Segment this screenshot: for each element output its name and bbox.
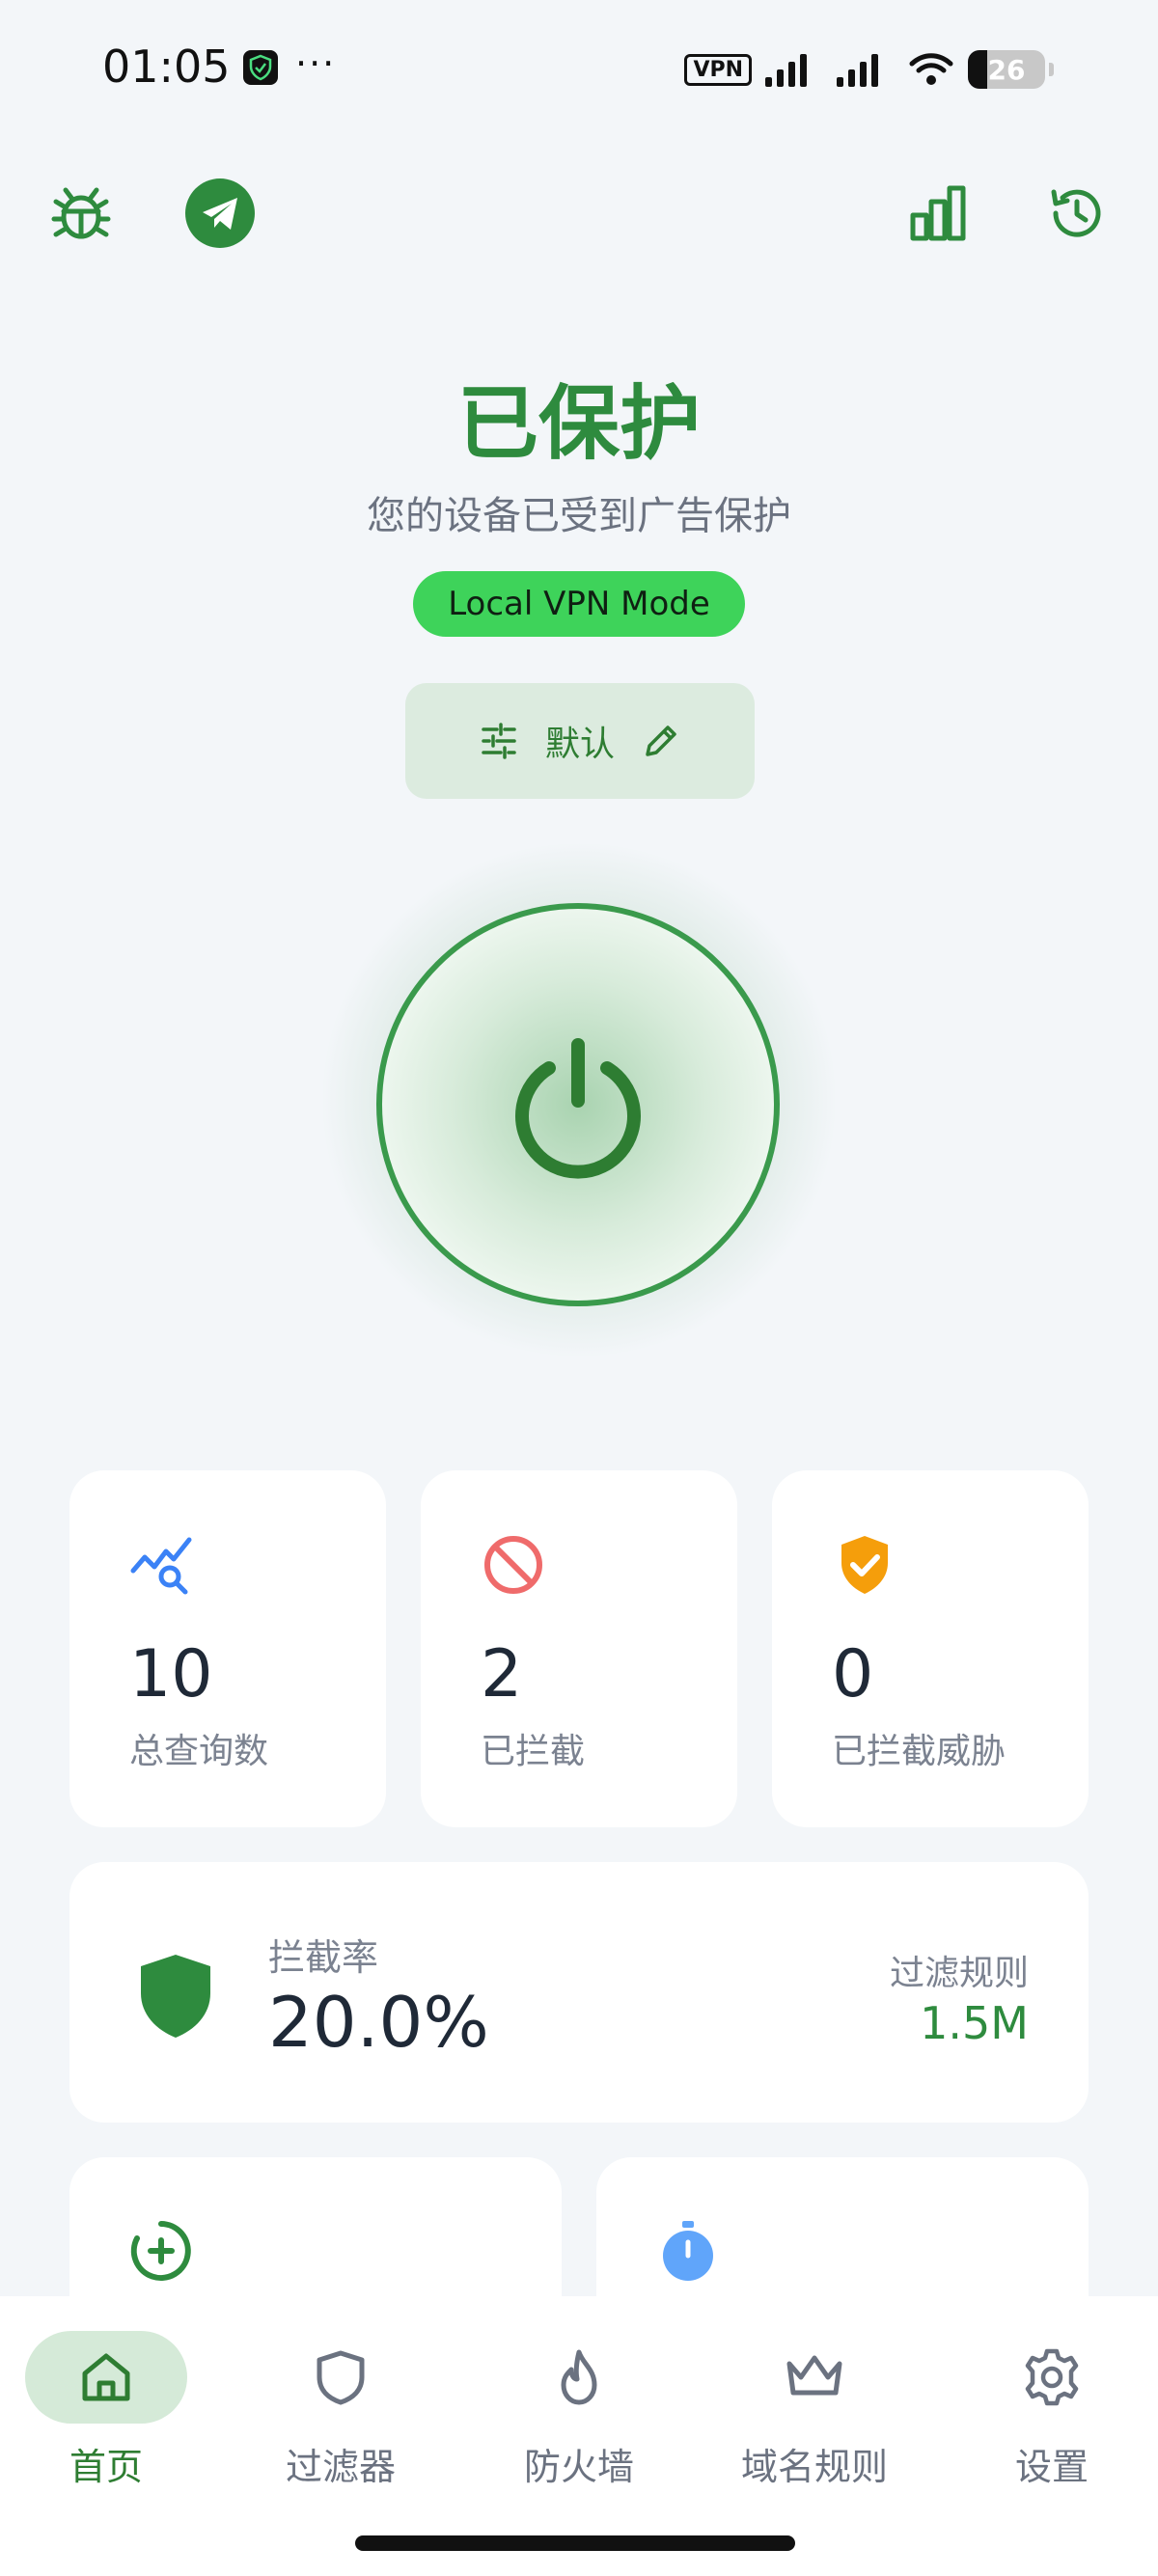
stat-label: 已拦截 [481, 1732, 586, 1771]
add-circle-icon [130, 2221, 191, 2281]
nav-home[interactable]: 首页 [10, 2331, 203, 2524]
vpn-badge: VPN [684, 53, 752, 86]
system-indicators: VPN 26 [684, 46, 1054, 93]
protection-status-title: 已保护 [456, 376, 701, 471]
block-rate-value: 20.0% [268, 1982, 489, 2063]
block-rate-card[interactable]: 拦截率 20.0% 过滤规则 1.5M [69, 1862, 1089, 2123]
status-bar: 01:05 ··· VPN 26 [0, 0, 1158, 140]
power-icon [515, 1038, 641, 1179]
cellular-signal-icon [765, 54, 807, 87]
stat-label: 已拦截威胁 [832, 1732, 1006, 1771]
wifi-icon [909, 53, 953, 85]
more-notifications-icon: ··· [295, 42, 337, 85]
vpn-mode-badge: Local VPN Mode [413, 571, 745, 637]
nav-label: 首页 [69, 2446, 143, 2488]
nav-domain-rules[interactable]: 域名规则 [718, 2331, 911, 2524]
nav-icon-container [733, 2331, 896, 2424]
nav-icon-container [498, 2331, 660, 2424]
filter-rules-value: 1.5M [920, 1997, 1029, 2049]
stat-value: 0 [832, 1636, 874, 1713]
clock: 01:05 [102, 41, 231, 93]
query-search-icon [130, 1537, 192, 1595]
app-shield-icon [243, 50, 278, 85]
nav-firewall[interactable]: 防火墙 [482, 2331, 676, 2524]
shield-check-icon [841, 1536, 888, 1594]
nav-icon-container [971, 2331, 1133, 2424]
shield-outline-icon [317, 2350, 365, 2405]
profile-name: 默认 [544, 725, 615, 764]
bug-icon [51, 187, 111, 239]
profile-selector-button[interactable]: 默认 [405, 683, 755, 799]
nav-label: 设置 [1014, 2446, 1089, 2488]
filter-rules-label: 过滤规则 [889, 1954, 1029, 1993]
sliders-icon [482, 723, 516, 759]
bottom-navigation: 首页 过滤器 防火墙 域名规则 设置 [0, 2296, 1158, 2576]
nav-icon-container [260, 2331, 422, 2424]
battery-indicator: 26 [968, 50, 1045, 89]
stat-card-total-queries[interactable]: 10 总查询数 [69, 1470, 386, 1827]
stat-card-blocked[interactable]: 2 已拦截 [421, 1470, 737, 1827]
statistics-button[interactable] [903, 178, 973, 248]
nav-label: 防火墙 [523, 2446, 634, 2488]
history-icon [1051, 189, 1101, 237]
home-icon [82, 2353, 130, 2401]
telegram-icon [203, 198, 237, 230]
gear-icon [1025, 2348, 1079, 2406]
battery-level: 26 [987, 53, 1026, 86]
debug-button[interactable] [46, 178, 116, 248]
home-indicator[interactable] [355, 2535, 795, 2551]
nav-label: 过滤器 [285, 2446, 396, 2488]
nav-label: 域名规则 [740, 2446, 888, 2488]
crown-icon [786, 2355, 842, 2396]
bar-chart-icon [910, 185, 966, 241]
nav-settings[interactable]: 设置 [955, 2331, 1148, 2524]
block-rate-label: 拦截率 [268, 1936, 379, 1979]
shield-icon [141, 1955, 210, 2038]
stat-card-threats-blocked[interactable]: 0 已拦截威胁 [772, 1470, 1089, 1827]
history-button[interactable] [1042, 178, 1112, 248]
flame-icon [561, 2349, 597, 2405]
block-icon [484, 1536, 542, 1594]
nav-filter[interactable]: 过滤器 [244, 2331, 437, 2524]
telegram-button[interactable] [185, 178, 255, 248]
edit-pencil-icon [646, 726, 676, 756]
cellular-signal-2-icon [837, 54, 878, 87]
stat-label: 总查询数 [129, 1732, 269, 1771]
nav-icon-container [25, 2331, 187, 2424]
stat-value: 2 [481, 1636, 523, 1713]
battery-tip [1049, 63, 1054, 76]
power-toggle-button[interactable] [376, 903, 780, 1306]
stat-value: 10 [129, 1636, 213, 1713]
stopwatch-icon [663, 2221, 713, 2281]
protection-status-subtitle: 您的设备已受到广告保护 [367, 494, 791, 538]
